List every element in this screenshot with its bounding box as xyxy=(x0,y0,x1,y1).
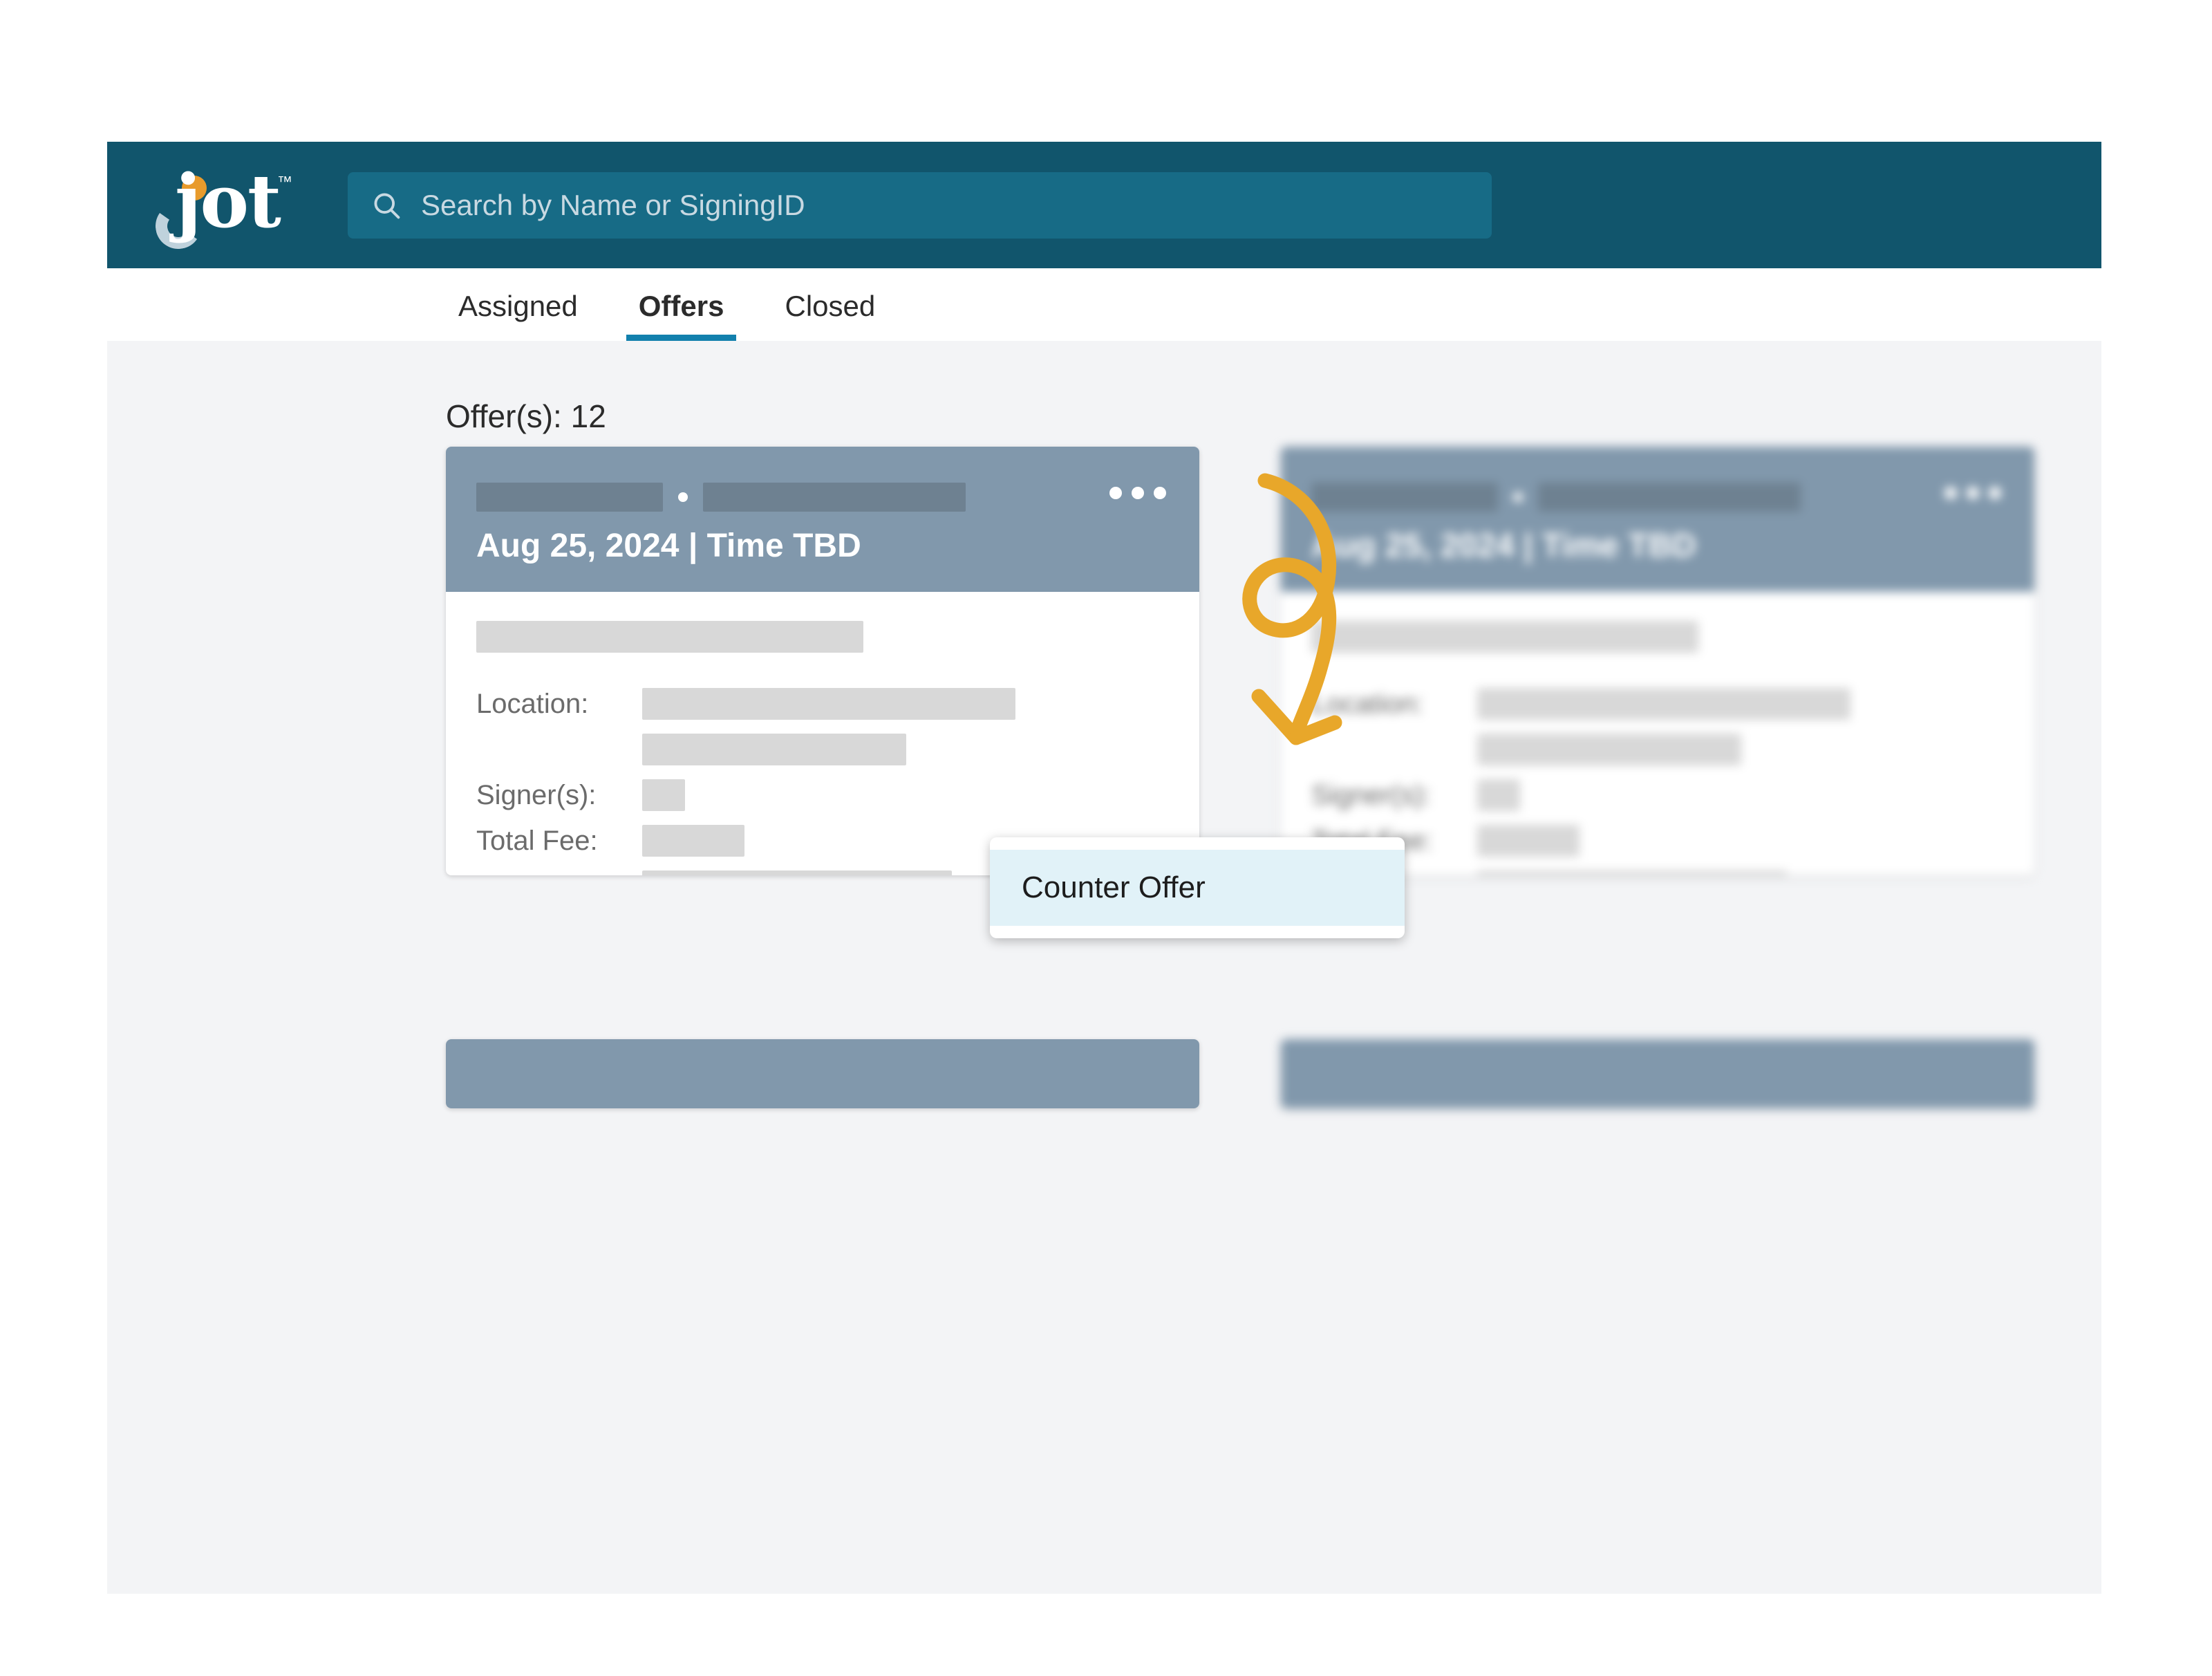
offer-date: Aug 25, 2024 | Time TBD xyxy=(476,528,861,564)
offer-context-menu[interactable]: Counter Offer xyxy=(990,837,1405,938)
offer-card-header: Aug 25, 2024 | Time TBD xyxy=(446,447,1199,592)
redacted-value xyxy=(642,779,685,811)
field-return-by: Return By: xyxy=(1311,868,2004,875)
top-navigation-bar: jot ™ xyxy=(107,142,2101,268)
tab-bar: Assigned Offers Closed xyxy=(107,268,2101,341)
redacted-value xyxy=(642,870,952,875)
redacted-value xyxy=(1477,870,1787,875)
field-label: Location: xyxy=(476,688,589,719)
redacted-bar xyxy=(1311,483,1498,512)
field-location-line2 xyxy=(1311,732,2004,767)
redacted-value xyxy=(642,825,744,857)
field-signers: Signer(s): xyxy=(476,777,1169,813)
logo-wordmark: jot xyxy=(175,157,281,244)
offer-card-header xyxy=(446,1039,1199,1108)
offer-card[interactable]: Aug 25, 2024 | Time TBD Location: Signer… xyxy=(446,447,1199,875)
offer-card[interactable] xyxy=(446,1039,1199,1108)
field-label: Signer(s): xyxy=(476,779,597,810)
jot-logo[interactable]: jot ™ xyxy=(149,157,308,252)
tab-assigned[interactable]: Assigned xyxy=(446,290,590,341)
field-label: Signer(s): xyxy=(1311,779,1432,810)
logo-trademark: ™ xyxy=(277,172,292,190)
redacted-bar xyxy=(476,621,863,653)
menu-item-counter-offer[interactable]: Counter Offer xyxy=(990,850,1405,926)
search-bar[interactable] xyxy=(348,171,1492,239)
field-label: Location: xyxy=(1311,688,1424,719)
offer-card-header: Aug 25, 2024 | Time TBD xyxy=(1281,447,2034,592)
meta-separator-dot xyxy=(1513,492,1523,502)
offer-date: Aug 25, 2024 | Time TBD xyxy=(1311,528,1696,564)
tab-offers[interactable]: Offers xyxy=(626,290,737,341)
offer-card-body: Location: Signer(s): Total Fee: xyxy=(1281,592,2034,875)
tab-closed[interactable]: Closed xyxy=(772,290,888,341)
redacted-bar xyxy=(1311,621,1698,653)
redacted-value xyxy=(642,734,906,765)
offer-card-body: Location: Signer(s): Total Fee: xyxy=(446,592,1199,875)
redacted-bar xyxy=(703,483,966,512)
offer-card[interactable]: Aug 25, 2024 | Time TBD Location: Signer… xyxy=(1281,447,2034,875)
offers-count-label: Offer(s): 12 xyxy=(446,398,606,434)
redacted-value xyxy=(1477,688,1850,720)
field-label: Return By: xyxy=(476,871,642,876)
offer-card-header xyxy=(1281,1039,2034,1108)
redacted-meta-row xyxy=(1311,483,2004,512)
search-icon xyxy=(374,192,400,218)
kebab-menu-icon[interactable] xyxy=(1109,487,1166,499)
field-location: Location: xyxy=(1311,686,2004,722)
field-location-line2 xyxy=(476,732,1169,767)
field-label: Total Fee: xyxy=(476,825,598,856)
field-signers: Signer(s): xyxy=(1311,777,2004,813)
redacted-value xyxy=(1477,779,1520,811)
redacted-bar xyxy=(1538,483,1801,512)
offers-content-area: Offer(s): 12 Aug 25, 2024 | Time TBD Loc… xyxy=(107,341,2101,1594)
offer-card[interactable] xyxy=(1281,1039,2034,1108)
offer-field-list: Location: Signer(s): Total Fee: xyxy=(1311,686,2004,875)
field-location: Location: xyxy=(476,686,1169,722)
meta-separator-dot xyxy=(678,492,688,502)
app-frame: jot ™ Assigned Offers Closed Offer(s): 1… xyxy=(107,142,2101,1594)
redacted-value xyxy=(1477,734,1741,765)
redacted-value xyxy=(1477,825,1580,857)
redacted-bar xyxy=(476,483,663,512)
kebab-menu-icon[interactable] xyxy=(1944,487,2001,499)
redacted-value xyxy=(642,688,1015,720)
search-input[interactable] xyxy=(421,188,1468,222)
redacted-meta-row xyxy=(476,483,1169,512)
field-total-fee: Total Fee: xyxy=(1311,823,2004,859)
